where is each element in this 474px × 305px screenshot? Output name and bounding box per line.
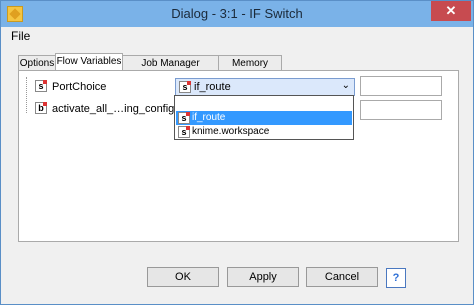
tree-connector [26,77,27,113]
dropdown-option-knime-workspace[interactable]: s knime.workspace [176,125,352,139]
boolean-variable-icon: b [35,102,47,114]
dialog-window: Dialog - 3:1 - IF Switch ✕ File Options … [0,0,474,305]
variable-name-activate: activate_all_…ing_configure [52,103,191,115]
dropdown-option-if-route[interactable]: s if_route [176,111,352,125]
window-title: Dialog - 3:1 - IF Switch [171,6,303,21]
variable-name-portchoice: PortChoice [52,81,107,93]
ok-button[interactable]: OK [147,267,219,287]
portchoice-variable-select[interactable]: s if_route ⌄ [175,78,355,96]
tab-options[interactable]: Options [18,55,56,71]
portchoice-text-field[interactable] [360,76,442,96]
title-bar[interactable]: Dialog - 3:1 - IF Switch ✕ [1,1,473,27]
dropdown-option-empty[interactable] [176,97,352,111]
cancel-button[interactable]: Cancel [306,267,378,287]
string-variable-icon: s [178,126,190,138]
activate-text-field[interactable] [360,100,442,120]
help-icon[interactable]: ? [386,268,406,288]
variable-dropdown-list[interactable]: s if_route s knime.workspace [174,95,354,140]
close-button[interactable]: ✕ [431,1,471,21]
chevron-down-icon[interactable]: ⌄ [342,80,350,91]
menu-bar: File [1,27,473,45]
tab-job-manager-selection[interactable]: Job Manager Selection [122,55,219,84]
tab-memory-policy[interactable]: Memory Policy [218,55,282,84]
string-variable-icon: s [179,81,191,93]
string-variable-icon: s [178,112,190,124]
menu-file[interactable]: File [11,29,30,43]
select-value: if_route [194,81,231,93]
string-variable-icon: s [35,80,47,92]
apply-button[interactable]: Apply [227,267,299,287]
